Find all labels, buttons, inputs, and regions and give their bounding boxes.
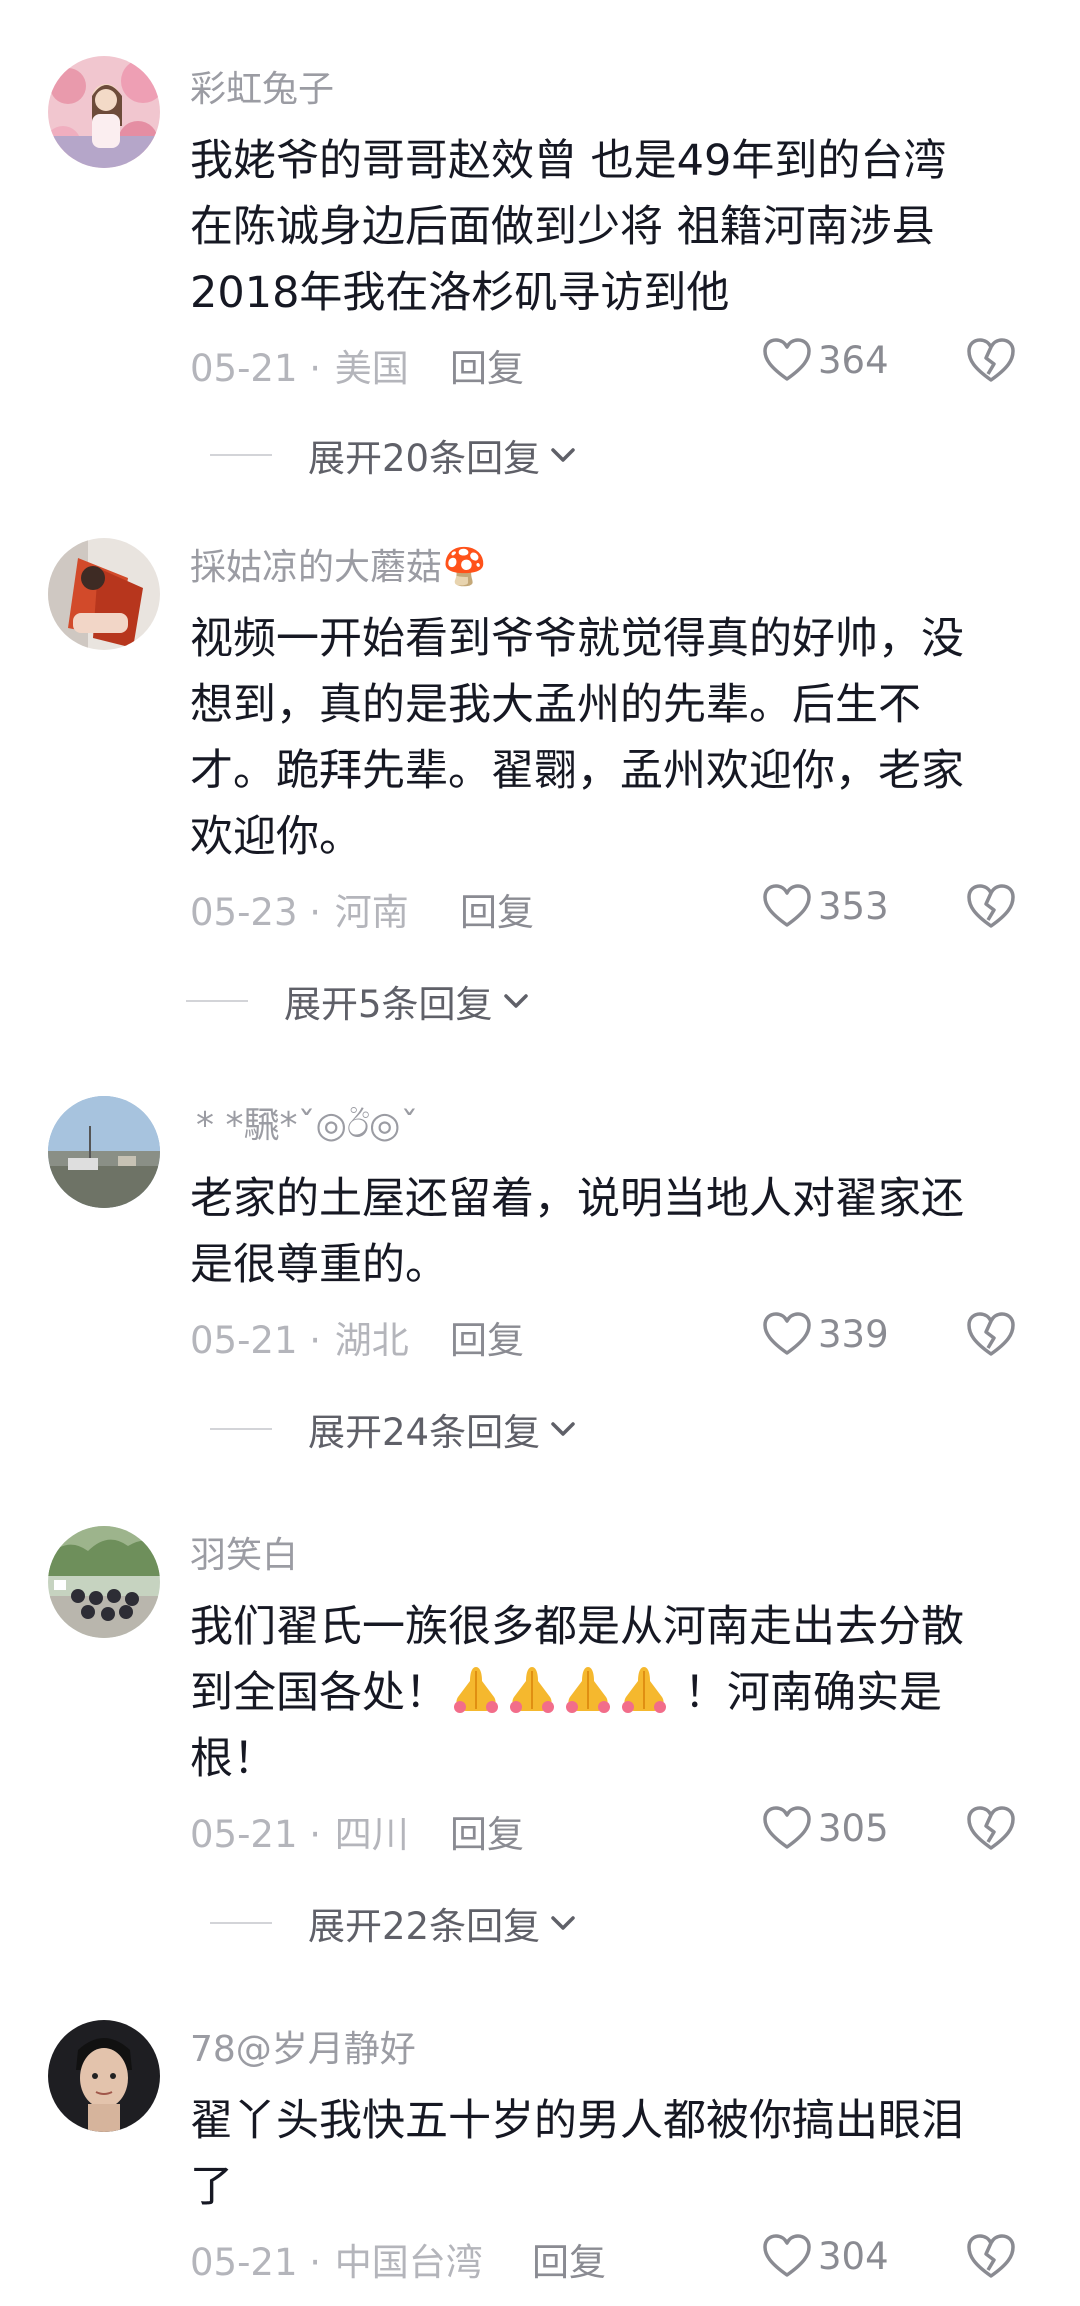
expand-replies-button[interactable]: 展开5条回复	[186, 974, 531, 1028]
comment-text-line: 欢迎你。	[190, 812, 362, 862]
comment-text-line: 到全国各处！ ！河南确实是	[190, 1660, 1020, 1726]
comment-date: 05-21 ·	[190, 1319, 333, 1362]
comment-username[interactable]: * *騛*ˇ◎ඊ◎ˇ	[196, 1096, 418, 1148]
comment-text-line: 老家的土屋还留着，说明当地人对翟家还	[190, 1174, 964, 1224]
comment-meta: 05-21 · 中国台湾	[190, 2232, 483, 2286]
expand-replies-button[interactable]: 展开24条回复	[210, 1402, 578, 1456]
divider-dash	[186, 1000, 248, 1002]
comment-location: 四川	[334, 1813, 409, 1856]
comment-text-line: 根！	[190, 1734, 276, 1784]
like-button[interactable]: 305	[762, 1798, 889, 1858]
heart-outline-icon	[763, 1806, 811, 1849]
expand-replies-button[interactable]: 展开20条回复	[210, 428, 578, 482]
comment-date: 05-23 ·	[190, 891, 333, 934]
heart-outline-icon	[763, 884, 811, 927]
comment-meta: 05-23 · 河南	[190, 882, 409, 936]
like-button[interactable]: 364	[762, 330, 889, 390]
dislike-button[interactable]	[966, 2232, 1016, 2282]
comment-text-line: 是很尊重的。	[190, 1240, 448, 1290]
dislike-button[interactable]	[966, 336, 1016, 386]
folded-hands-emoji	[448, 1660, 684, 1726]
reply-button[interactable]: 回复	[450, 1804, 524, 1858]
comment-text: 翟丫头我快五十岁的男人都被你搞出眼泪 了	[190, 2088, 1020, 2220]
comment-text-segment: ！河南确实是	[684, 1668, 942, 1718]
comment-text: 我们翟氏一族很多都是从河南走出去分散 到全国各处！ ！河南确实是 根！	[190, 1594, 1020, 1792]
comment-username[interactable]: 採姑凉的大蘑菇🍄	[190, 538, 487, 590]
divider-dash	[210, 1428, 272, 1430]
like-button[interactable]: 339	[762, 1304, 889, 1364]
avatar[interactable]	[48, 1096, 160, 1208]
like-button[interactable]: 353	[762, 876, 889, 936]
comment-meta: 05-21 · 四川	[190, 1804, 409, 1858]
reply-button[interactable]: 回复	[460, 882, 534, 936]
comment-text: 视频一开始看到爷爷就觉得真的好帅，没 想到，真的是我大孟州的先辈。后生不 才。跪…	[190, 606, 1020, 870]
comment-text-line: 在陈诚身边后面做到少将 祖籍河南涉县	[190, 202, 935, 252]
comment-text-line: 翟丫头我快五十岁的男人都被你搞出眼泪	[190, 2096, 964, 2146]
broken-heart-icon	[967, 2234, 1015, 2278]
dislike-button[interactable]	[966, 1310, 1016, 1360]
comment-text-line: 想到，真的是我大孟州的先辈。后生不	[190, 680, 921, 730]
expand-replies-label: 展开5条回复	[284, 983, 493, 1026]
chevron-down-icon	[551, 1916, 575, 1930]
chevron-down-icon	[551, 448, 575, 462]
comment-username[interactable]: 羽笑白	[190, 1526, 298, 1578]
heart-outline-icon	[763, 2234, 811, 2277]
avatar[interactable]	[48, 2020, 160, 2132]
comment-location: 中国台湾	[334, 2241, 483, 2284]
avatar[interactable]	[48, 56, 160, 168]
comment-text-line: 才。跪拜先辈。翟翾，孟州欢迎你，老家	[190, 746, 964, 796]
comment-text-line: 了	[190, 2162, 233, 2212]
comment-location: 河南	[334, 891, 409, 934]
reply-button[interactable]: 回复	[532, 2232, 606, 2286]
heart-outline-icon	[763, 338, 811, 381]
comment-text: 老家的土屋还留着，说明当地人对翟家还 是很尊重的。	[190, 1166, 1020, 1298]
broken-heart-icon	[967, 884, 1015, 928]
dislike-button[interactable]	[966, 882, 1016, 932]
like-count: 305	[818, 1806, 889, 1850]
like-button[interactable]: 304	[762, 2226, 889, 2286]
comment-meta: 05-21 · 美国	[190, 338, 409, 392]
comment-text-line: 我姥爷的哥哥赵效曾 也是49年到的台湾	[190, 136, 947, 186]
expand-replies-label: 展开20条回复	[308, 437, 541, 480]
broken-heart-icon	[967, 1806, 1015, 1850]
expand-replies-label: 展开22条回复	[308, 1905, 541, 1948]
like-count: 339	[818, 1312, 889, 1356]
reply-button[interactable]: 回复	[450, 1310, 524, 1364]
expand-replies-button[interactable]: 展开22条回复	[210, 1896, 578, 1950]
divider-dash	[210, 1922, 272, 1924]
reply-button[interactable]: 回复	[450, 338, 524, 392]
like-count: 304	[818, 2234, 889, 2278]
like-count: 364	[818, 338, 889, 382]
comment-date: 05-21 ·	[190, 1813, 333, 1856]
comment-meta: 05-21 · 湖北	[190, 1310, 409, 1364]
comment-text: 我姥爷的哥哥赵效曾 也是49年到的台湾 在陈诚身边后面做到少将 祖籍河南涉县 2…	[190, 128, 1020, 326]
broken-heart-icon	[967, 1312, 1015, 1356]
divider-dash	[210, 454, 272, 456]
avatar[interactable]	[48, 538, 160, 650]
broken-heart-icon	[967, 338, 1015, 382]
expand-replies-label: 展开24条回复	[308, 1411, 541, 1454]
dislike-button[interactable]	[966, 1804, 1016, 1854]
heart-outline-icon	[763, 1312, 811, 1355]
like-count: 353	[818, 884, 889, 928]
avatar[interactable]	[48, 1526, 160, 1638]
comment-text-line: 2018年我在洛杉矶寻访到他	[190, 268, 730, 318]
comment-username[interactable]: 78@岁月静好	[190, 2020, 416, 2072]
comment-username[interactable]: 彩虹兔子	[190, 60, 334, 112]
chevron-down-icon	[551, 1422, 575, 1436]
comment-text-line: 我们翟氏一族很多都是从河南走出去分散	[190, 1602, 964, 1652]
comment-date: 05-21 ·	[190, 347, 333, 390]
chevron-down-icon	[503, 994, 528, 1008]
comment-text-segment: 到全国各处！	[190, 1668, 448, 1718]
comment-text-line: 视频一开始看到爷爷就觉得真的好帅，没	[190, 614, 964, 664]
comment-location: 湖北	[334, 1319, 409, 1362]
comment-date: 05-21 ·	[190, 2241, 333, 2284]
comment-location: 美国	[334, 347, 409, 390]
